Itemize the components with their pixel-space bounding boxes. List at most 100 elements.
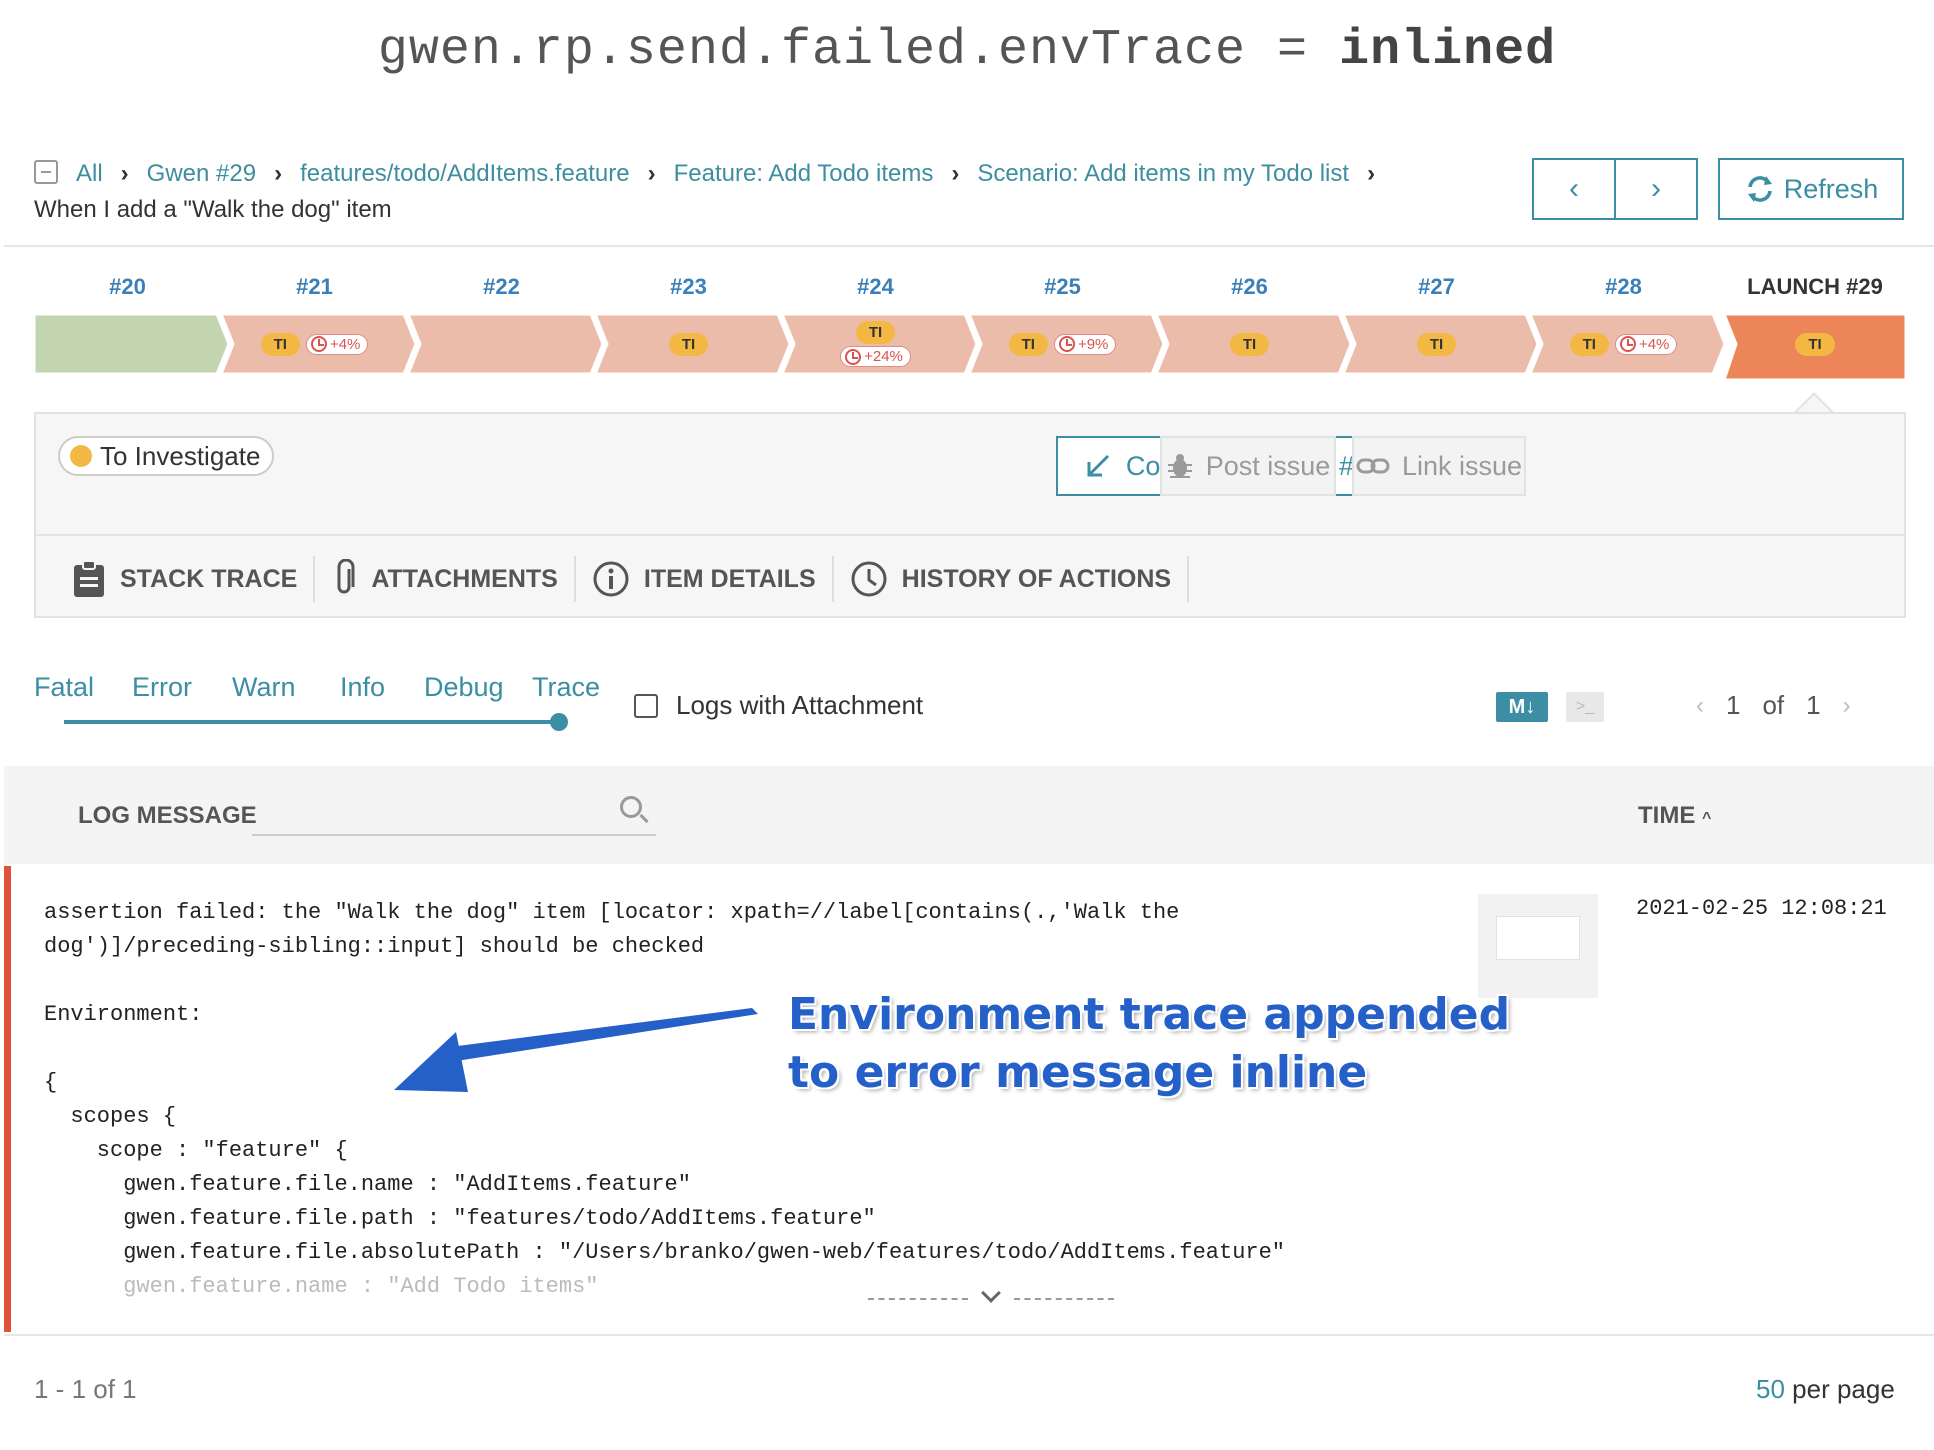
log-pager: ‹ 1 of 1 › bbox=[1696, 690, 1851, 721]
breadcrumb-item-all[interactable]: All bbox=[76, 156, 103, 192]
tab-item-details[interactable]: ITEM DETAILS bbox=[573, 556, 832, 602]
link-issue-label: Link issue bbox=[1401, 450, 1523, 481]
chevron-left-icon[interactable]: ‹ bbox=[1696, 692, 1704, 720]
history-item[interactable]: #23 TI bbox=[595, 270, 790, 380]
divider bbox=[36, 534, 1904, 536]
caret-up-icon: ^ bbox=[1702, 810, 1712, 827]
history-item[interactable]: #21 TI +4% bbox=[221, 270, 416, 380]
clock-icon bbox=[851, 561, 887, 597]
chevron-right-icon: › bbox=[120, 160, 129, 187]
column-header-time[interactable]: TIME ^ bbox=[1638, 802, 1711, 830]
to-investigate-badge: TI bbox=[260, 332, 300, 356]
arrow-down-left-icon bbox=[1087, 454, 1109, 477]
breadcrumb-item-scenario[interactable]: Scenario: Add items in my Todo list bbox=[977, 156, 1349, 192]
next-item-button[interactable]: › bbox=[1614, 160, 1696, 218]
breadcrumb-item-feature[interactable]: Feature: Add Todo items bbox=[674, 156, 934, 192]
chevron-left-icon: ‹ bbox=[1569, 172, 1579, 205]
expand-log-button[interactable] bbox=[858, 1283, 1124, 1314]
log-line: scope : "feature" { bbox=[44, 1138, 348, 1163]
history-item[interactable]: #24 TI +24% bbox=[782, 270, 977, 380]
breadcrumb-item-launch[interactable]: Gwen #29 bbox=[147, 156, 256, 192]
duration-change-value: +24% bbox=[864, 348, 903, 365]
refresh-label: Refresh bbox=[1783, 173, 1879, 204]
to-investigate-badge: TI bbox=[1008, 332, 1048, 356]
log-level-trace[interactable]: Trace bbox=[532, 672, 600, 703]
divider bbox=[4, 1334, 1934, 1336]
per-page-number[interactable]: 50 bbox=[1756, 1374, 1785, 1404]
tab-history-of-actions[interactable]: HISTORY OF ACTIONS bbox=[831, 556, 1187, 602]
console-mode-button[interactable]: >_ bbox=[1566, 692, 1604, 722]
attachment-thumbnail[interactable] bbox=[1478, 894, 1598, 998]
config-banner: gwen.rp.send.failed.envTrace = inlined bbox=[0, 22, 1934, 79]
thumbnail-preview bbox=[1496, 916, 1580, 960]
breadcrumb-item-feature-file[interactable]: features/todo/AddItems.feature bbox=[300, 156, 630, 192]
log-level-error[interactable]: Error bbox=[132, 672, 192, 703]
previous-item-button[interactable]: ‹ bbox=[1534, 160, 1614, 218]
history-item-label: #22 bbox=[483, 274, 520, 299]
bug-icon bbox=[1167, 454, 1192, 478]
history-item-badges: TI +4% bbox=[1530, 314, 1717, 374]
log-level-fatal[interactable]: Fatal bbox=[34, 672, 94, 703]
chevron-right-icon: › bbox=[1651, 172, 1661, 205]
log-level-debug[interactable]: Debug bbox=[424, 672, 504, 703]
history-item[interactable]: #22 bbox=[408, 270, 603, 380]
history-item-label: LAUNCH #29 bbox=[1747, 274, 1883, 299]
banner-value: inlined bbox=[1339, 22, 1557, 79]
logs-with-attachment-toggle[interactable]: Logs with Attachment bbox=[634, 690, 923, 721]
to-investigate-badge: TI bbox=[1229, 332, 1270, 356]
column-header-log-message: LOG MESSAGE bbox=[78, 802, 257, 829]
clock-icon bbox=[1619, 336, 1636, 352]
search-icon[interactable] bbox=[620, 796, 642, 818]
history-item[interactable]: #28 TI +4% bbox=[1530, 270, 1725, 380]
history-item-badges bbox=[34, 314, 221, 374]
log-line: dog')]/preceding-sibling::input] should … bbox=[44, 934, 705, 959]
divider bbox=[1187, 556, 1190, 602]
logs-with-attachment-label: Logs with Attachment bbox=[676, 690, 924, 720]
history-item[interactable]: #26 TI bbox=[1156, 270, 1351, 380]
logs-with-attachment-checkbox[interactable] bbox=[634, 693, 658, 718]
log-level-slider: Fatal Error Warn Info Debug Trace bbox=[34, 672, 614, 732]
tab-item-details-label: ITEM DETAILS bbox=[643, 564, 816, 593]
pager-current: 1 bbox=[1726, 690, 1741, 720]
divider bbox=[4, 245, 1934, 247]
log-level-info[interactable]: Info bbox=[340, 672, 385, 703]
info-icon bbox=[593, 561, 629, 597]
to-investigate-badge: TI bbox=[1569, 332, 1609, 356]
history-item[interactable]: LAUNCH #29 TI bbox=[1724, 270, 1906, 380]
log-line: gwen.feature.file.path : "features/todo/… bbox=[44, 1206, 876, 1231]
defect-panel: To Investigate Copy defect from #28 Post… bbox=[34, 412, 1906, 618]
markdown-mode-button[interactable]: M↓ bbox=[1496, 692, 1548, 722]
duration-change-badge: +24% bbox=[840, 346, 911, 367]
history-item-badges: TI bbox=[1724, 314, 1906, 374]
per-page-label: per page bbox=[1792, 1374, 1895, 1404]
select-all-checkbox[interactable] bbox=[34, 159, 58, 184]
history-item[interactable]: #20 bbox=[34, 270, 229, 380]
chevron-down-icon bbox=[981, 1283, 1001, 1303]
history-item-label: #26 bbox=[1231, 274, 1268, 299]
chevron-right-icon: › bbox=[274, 160, 283, 187]
history-item[interactable]: #27 TI bbox=[1343, 270, 1538, 380]
log-level-handle[interactable] bbox=[550, 713, 568, 731]
post-issue-button[interactable]: Post issue bbox=[1160, 436, 1336, 496]
history-item-badges: TI bbox=[595, 314, 782, 374]
link-issue-button[interactable]: Link issue bbox=[1352, 436, 1526, 496]
history-item[interactable]: #25 TI +9% bbox=[969, 270, 1164, 380]
breadcrumb-current: When I add a "Walk the dog" item bbox=[34, 196, 392, 223]
tab-stack-trace[interactable]: STACK TRACE bbox=[56, 556, 313, 602]
history-item-label: #23 bbox=[670, 274, 707, 299]
refresh-button[interactable]: Refresh bbox=[1718, 158, 1904, 220]
history-item-label: #27 bbox=[1418, 274, 1455, 299]
history-item-badges: TI +24% bbox=[782, 314, 969, 374]
log-level-warn[interactable]: Warn bbox=[232, 672, 296, 703]
item-navigation: ‹ › bbox=[1532, 158, 1698, 220]
log-time: 2021-02-25 12:08:21 bbox=[1636, 896, 1887, 921]
history-line: #20 #21 TI +4% #22 #23 TI #24 TI +24% #25 TI +9% #26 T… bbox=[34, 270, 1906, 380]
duration-change-badge: +9% bbox=[1053, 333, 1117, 355]
log-search-input[interactable] bbox=[252, 792, 656, 836]
defect-type-selector[interactable]: To Investigate bbox=[58, 436, 275, 476]
results-range: 1 - 1 of 1 bbox=[34, 1374, 137, 1404]
chevron-right-icon[interactable]: › bbox=[1843, 692, 1851, 720]
per-page-selector[interactable]: 50 per page bbox=[1756, 1374, 1895, 1405]
item-tabs: STACK TRACE ATTACHMENTS ITEM DETAILS HIS… bbox=[56, 554, 1190, 604]
tab-attachments[interactable]: ATTACHMENTS bbox=[313, 556, 574, 602]
